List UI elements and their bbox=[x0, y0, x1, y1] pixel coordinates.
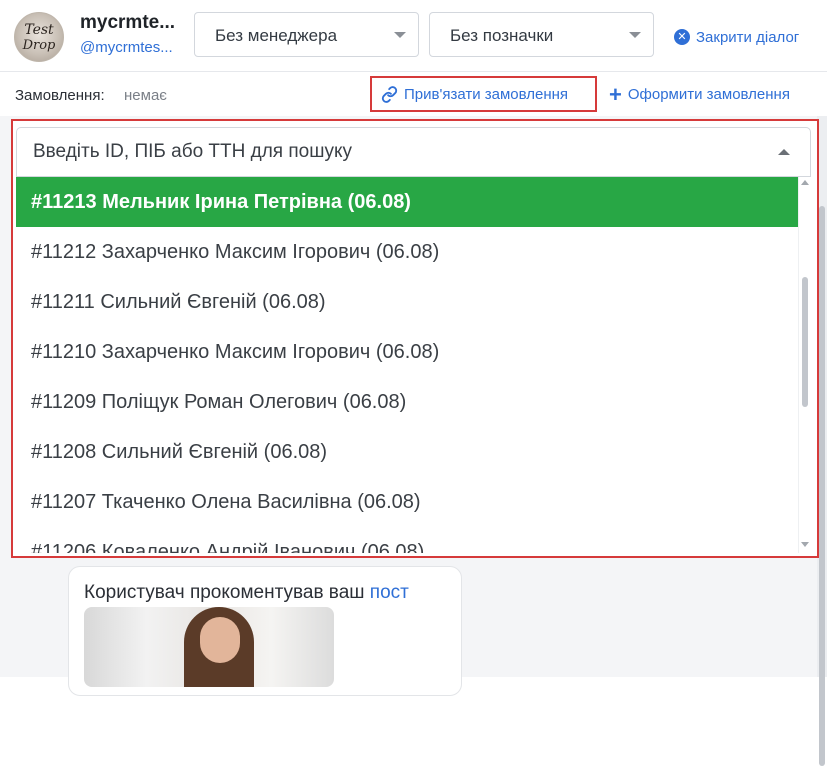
chevron-up-icon[interactable] bbox=[778, 149, 790, 155]
chat-header: Test Drop mycrmte... @mycrmtes... Без ме… bbox=[0, 0, 827, 72]
avatar[interactable]: Test Drop bbox=[14, 12, 64, 62]
orders-label: Замовлення: bbox=[15, 87, 105, 104]
plus-icon: + bbox=[609, 81, 622, 107]
close-circle-icon: ✕ bbox=[674, 29, 690, 45]
order-option[interactable]: #11209 Поліщук Роман Олегович (06.08) bbox=[16, 377, 798, 427]
orders-bar: Замовлення: немає Прив'язати замовлення … bbox=[0, 73, 827, 115]
options-scrollbar-thumb[interactable] bbox=[802, 277, 808, 407]
close-dialog-button[interactable]: ✕ Закрити діалог bbox=[674, 26, 799, 48]
post-photo[interactable] bbox=[84, 607, 334, 687]
order-search-input[interactable] bbox=[17, 128, 810, 176]
user-name: mycrmte... bbox=[80, 12, 176, 33]
close-dialog-label: Закрити діалог bbox=[696, 28, 800, 46]
options-scrollbar[interactable] bbox=[798, 177, 811, 553]
avatar-text-1: Test bbox=[24, 22, 54, 38]
avatar-text-2: Drop bbox=[22, 38, 56, 53]
order-option[interactable]: #11207 Ткаченко Олена Василівна (06.08) bbox=[16, 477, 798, 527]
chevron-down-icon bbox=[394, 32, 406, 38]
comment-message: Користувач прокоментував ваш bbox=[84, 582, 365, 603]
photo-face-shape bbox=[200, 617, 240, 663]
tag-select-value: Без позначки bbox=[450, 26, 554, 45]
order-option[interactable]: #11213 Мельник Ірина Петрівна (06.08) bbox=[16, 177, 798, 227]
create-order-button[interactable]: + Оформити замовлення bbox=[609, 81, 790, 107]
order-option[interactable]: #11208 Сильний Євгеній (06.08) bbox=[16, 427, 798, 477]
order-option[interactable]: #11206 Коваленко Андрій Іванович (06.08) bbox=[16, 527, 798, 554]
scroll-up-icon[interactable] bbox=[801, 180, 809, 185]
manager-select-value: Без менеджера bbox=[215, 26, 338, 45]
link-order-button[interactable]: Прив'язати замовлення bbox=[370, 76, 597, 112]
link-order-label: Прив'язати замовлення bbox=[404, 85, 569, 103]
create-order-label: Оформити замовлення bbox=[627, 86, 790, 103]
scroll-down-icon[interactable] bbox=[801, 542, 809, 547]
order-option[interactable]: #11210 Захарченко Максим Ігорович (06.08… bbox=[16, 327, 798, 377]
chevron-down-icon bbox=[629, 32, 641, 38]
comment-text: Користувач прокоментував ваш пост bbox=[84, 582, 409, 604]
post-link[interactable]: пост bbox=[370, 582, 409, 603]
order-options-list: #11213 Мельник Ірина Петрівна (06.08) #1… bbox=[16, 177, 798, 553]
order-option[interactable]: #11212 Захарченко Максим Ігорович (06.08… bbox=[16, 227, 798, 277]
order-option[interactable]: #11211 Сильний Євгеній (06.08) bbox=[16, 277, 798, 327]
manager-select[interactable]: Без менеджера bbox=[194, 12, 419, 57]
order-search-field[interactable] bbox=[16, 127, 811, 177]
orders-value: немає bbox=[124, 87, 167, 104]
tag-select[interactable]: Без позначки bbox=[429, 12, 654, 57]
user-handle[interactable]: @mycrmtes... bbox=[80, 39, 173, 56]
chat-scrollbar-thumb[interactable] bbox=[819, 206, 825, 766]
link-icon bbox=[381, 85, 398, 103]
